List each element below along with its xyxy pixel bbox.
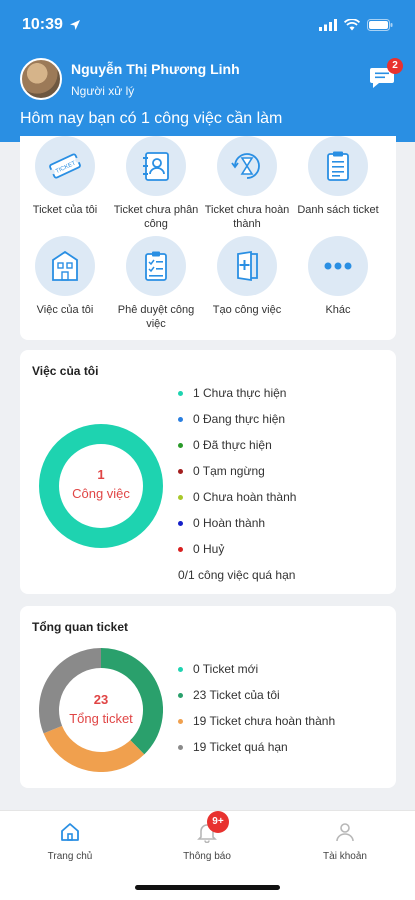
greeting-text: Hôm nay bạn có 1 công việc cần làm (20, 110, 283, 127)
grid-label: Tạo công việc (212, 304, 282, 316)
legend-text: 23 Ticket của tôi (193, 688, 280, 702)
quick-actions-card: TICKET Ticket của tôi Ticket chưa phân c… (20, 136, 396, 340)
user-profile[interactable]: Nguyễn Thị Phương Linh Người xử lý (20, 58, 240, 100)
legend-text: 0 Đã thực hiện (193, 438, 272, 452)
grid-item-incomplete-tickets[interactable]: Ticket chưa hoàn thành (202, 136, 292, 231)
tickets-total-value: 23 (93, 692, 109, 707)
grid-item-create-task[interactable]: Tạo công việc (202, 236, 292, 317)
legend-text: 0 Ticket mới (193, 662, 259, 676)
legend-text: 0 Tạm ngừng (193, 464, 265, 478)
location-arrow-icon (69, 20, 80, 30)
legend-text: 0 Huỷ (193, 542, 225, 556)
grid-label: Ticket chưa phân công (113, 204, 199, 230)
messages-button[interactable]: 2 (369, 58, 403, 90)
messages-badge: 2 (387, 58, 403, 74)
legend-dot (178, 494, 183, 500)
tasks-legend: 1 Chưa thực hiện 0 Đang thực hiện 0 Đã t… (178, 380, 296, 588)
tickets-legend: 0 Ticket mới 23 Ticket của tôi 19 Ticket… (178, 656, 335, 760)
grid-label: Ticket của tôi (32, 204, 98, 216)
app-header: 10:39 Nguyễn Thị Phương Linh Người xử lý… (0, 0, 415, 142)
user-name: Nguyễn Thị Phương Linh (71, 60, 240, 77)
legend-item: 0 Tạm ngừng (178, 458, 296, 484)
grid-item-my-tasks[interactable]: Việc của tôi (20, 236, 110, 317)
contact-book-icon (126, 136, 186, 196)
nav-label: Tài khoản (323, 851, 367, 862)
legend-dot (178, 442, 183, 448)
nav-account[interactable]: Tài khoản (285, 819, 405, 862)
grid-item-task-approval[interactable]: Phê duyệt công việc (111, 236, 201, 331)
notification-badge: 9+ (207, 811, 229, 833)
nav-label: Thông báo (183, 851, 231, 862)
grid-item-more[interactable]: Khác (293, 236, 383, 317)
legend-text: 0/1 công việc quá hạn (178, 568, 296, 582)
avatar[interactable] (20, 58, 62, 100)
home-indicator (135, 885, 280, 890)
grid-item-unassigned-tickets[interactable]: Ticket chưa phân công (111, 136, 201, 231)
status-icons (319, 19, 393, 31)
legend-dot (178, 416, 183, 422)
ticket-overview-card[interactable]: Tổng quan ticket 23 Tổng ticket 0 Ticket… (20, 606, 396, 788)
nav-notifications[interactable]: 9+ Thông báo (147, 811, 267, 862)
tickets-total-label: Tổng ticket (69, 711, 133, 726)
card-title: Việc của tôi (32, 364, 99, 378)
grid-label: Ticket chưa hoàn thành (204, 204, 290, 230)
status-time: 10:39 (22, 16, 81, 34)
legend-text: 19 Ticket quá hạn (193, 740, 288, 754)
user-icon (336, 823, 354, 842)
grid-label: Phê duyệt công việc (117, 304, 195, 330)
card-title: Tổng quan ticket (32, 620, 128, 634)
legend-item: 0 Hoàn thành (178, 510, 296, 536)
legend-item: 0 Đã thực hiện (178, 432, 296, 458)
legend-dot (178, 390, 183, 396)
legend-dot (178, 666, 183, 672)
tasks-donut-center: 1 Công việc (39, 467, 163, 501)
new-document-icon (217, 236, 277, 296)
legend-item: 0 Ticket mới (178, 656, 335, 682)
status-bar: 10:39 (22, 14, 393, 36)
more-icon (308, 236, 368, 296)
building-icon (35, 236, 95, 296)
signal-icon (319, 19, 337, 31)
legend-text: 0 Đang thực hiện (193, 412, 286, 426)
grid-label: Việc của tôi (36, 304, 94, 316)
legend-text: 0 Chưa hoàn thành (193, 490, 297, 504)
nav-label: Trang chủ (47, 851, 93, 862)
legend-dot (178, 718, 183, 724)
grid-item-my-tickets[interactable]: TICKET Ticket của tôi (20, 136, 110, 217)
legend-text: 0 Hoàn thành (193, 516, 266, 530)
nav-home[interactable]: Trang chủ (10, 819, 130, 862)
battery-icon (367, 19, 393, 31)
tasks-total-label: Công việc (72, 486, 130, 501)
legend-item: 0 Huỷ (178, 536, 296, 562)
grid-label: Danh sách ticket (297, 204, 379, 216)
legend-dot (178, 468, 183, 474)
checklist-icon (126, 236, 186, 296)
legend-dot (178, 546, 183, 552)
legend-item: 1 Chưa thực hiện (178, 380, 296, 406)
tickets-donut-center: 23 Tổng ticket (39, 692, 163, 726)
legend-item: 19 Ticket chưa hoàn thành (178, 708, 335, 734)
wifi-icon (344, 19, 360, 31)
my-tasks-card[interactable]: Việc của tôi 1 Công việc 1 Chưa thực hiệ… (20, 350, 396, 594)
tasks-total-value: 1 (97, 467, 105, 482)
legend-item: 19 Ticket quá hạn (178, 734, 335, 760)
legend-item: 23 Ticket của tôi (178, 682, 335, 708)
clipboard-list-icon (308, 136, 368, 196)
home-icon (61, 823, 79, 841)
hourglass-icon (217, 136, 277, 196)
overdue-tasks-text: 0/1 công việc quá hạn (178, 562, 296, 588)
legend-dot (178, 520, 183, 526)
legend-dot (178, 744, 183, 750)
user-role: Người xử lý (71, 83, 135, 98)
legend-text: 1 Chưa thực hiện (193, 386, 287, 400)
clock-text: 10:39 (22, 16, 63, 33)
legend-text: 19 Ticket chưa hoàn thành (193, 714, 336, 728)
legend-dot (178, 692, 183, 698)
legend-item: 0 Chưa hoàn thành (178, 484, 296, 510)
grid-label: Khác (325, 304, 351, 316)
legend-item: 0 Đang thực hiện (178, 406, 296, 432)
grid-item-ticket-list[interactable]: Danh sách ticket (293, 136, 383, 217)
donut-slice-ticket-chưa-hoàn-thành (43, 725, 145, 772)
ticket-icon: TICKET (35, 136, 95, 196)
